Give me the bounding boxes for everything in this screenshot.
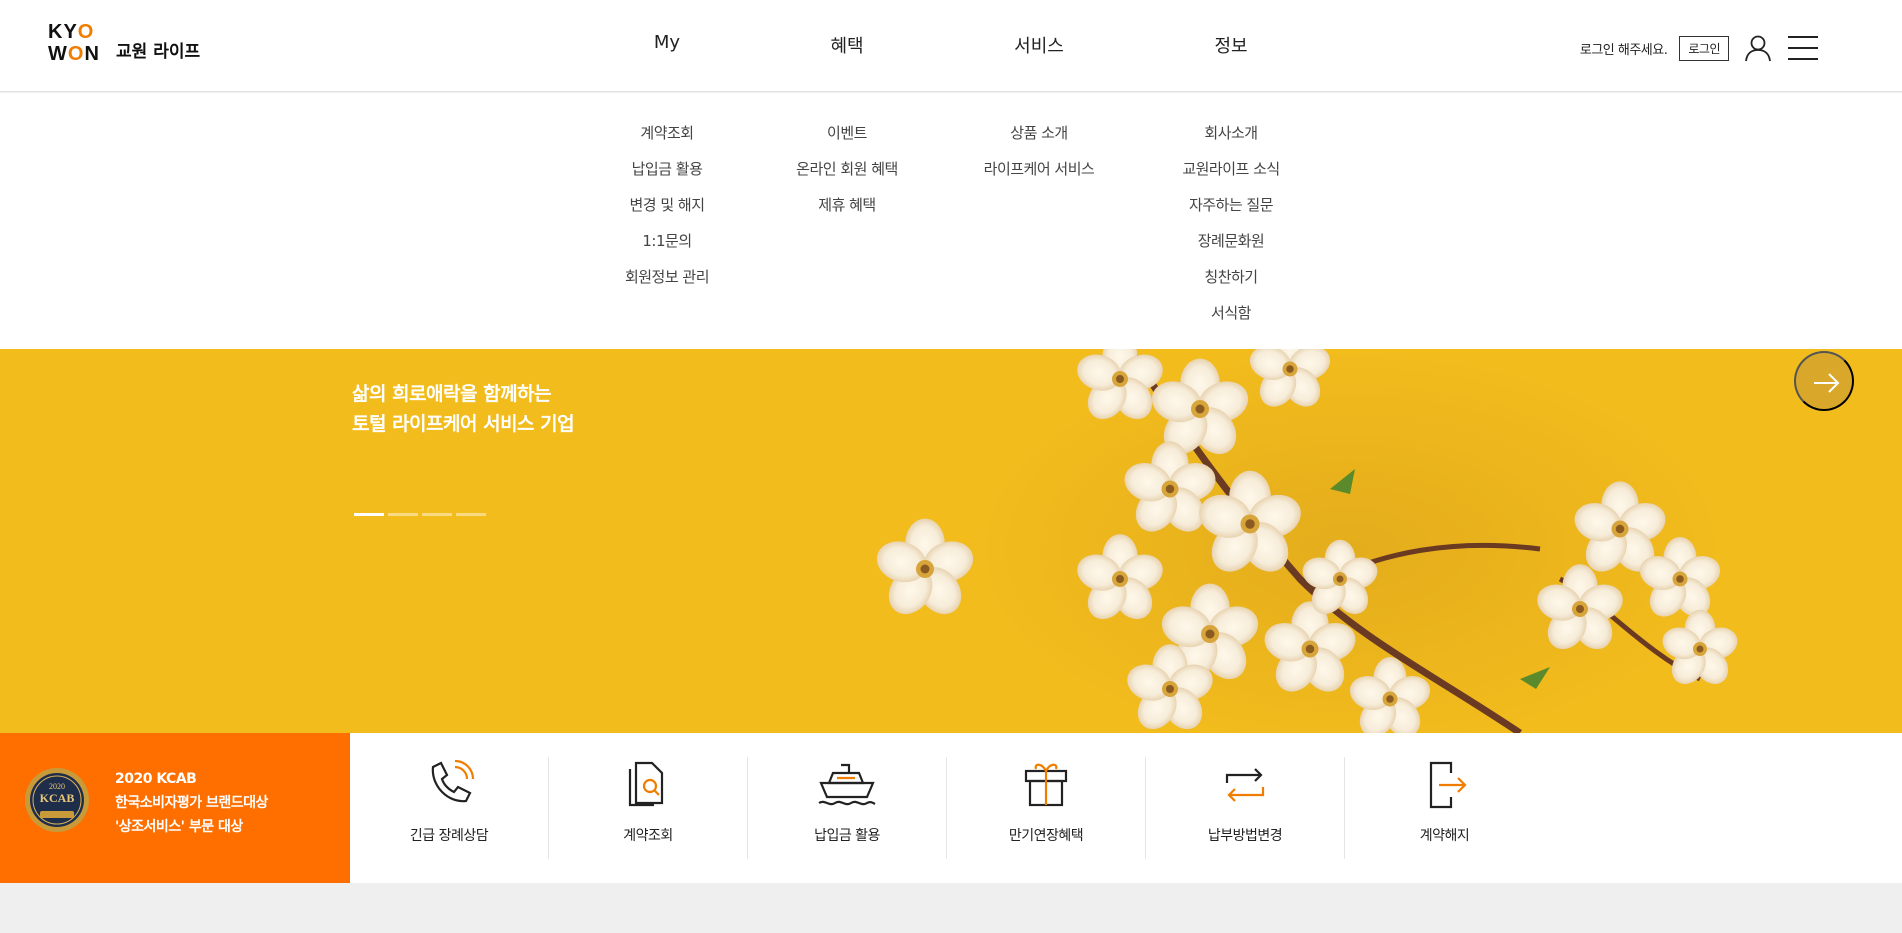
menu-item-event[interactable]: 이벤트 <box>767 115 927 151</box>
svg-text:KCAB: KCAB <box>40 791 75 805</box>
menu-item-funeral-center[interactable]: 장례문화원 <box>1151 223 1311 259</box>
hero-line-2: 토털 라이프케어 서비스 기업 <box>352 413 575 435</box>
slide-dot-1[interactable] <box>354 513 384 516</box>
quick-label: 납부방법변경 <box>1207 828 1283 844</box>
menu-column-info: 회사소개 교원라이프 소식 자주하는 질문 장례문화원 칭찬하기 서식함 <box>1151 115 1311 331</box>
menu-item-product-intro[interactable]: 상품 소개 <box>959 115 1119 151</box>
quick-maturity-benefit[interactable]: 만기연장혜택 <box>947 757 1146 859</box>
page-background-bottom <box>0 883 1902 933</box>
nav-benefits[interactable]: 혜택 <box>767 32 927 58</box>
cruise-ship-icon <box>818 763 876 806</box>
user-icon[interactable] <box>1743 33 1773 63</box>
site-header: KYO WON 교원 라이프 My 혜택 서비스 정보 로그인 해주세요. 로그… <box>0 0 1902 92</box>
slide-dot-4[interactable] <box>456 513 486 516</box>
menu-item-faq[interactable]: 자주하는 질문 <box>1151 187 1311 223</box>
quick-emergency-consult[interactable]: 긴급 장례상담 <box>350 757 549 859</box>
exit-icon <box>1429 761 1467 809</box>
next-slide-button[interactable] <box>1794 351 1854 411</box>
gift-box-icon <box>1024 763 1068 807</box>
blossom-image <box>871 349 1742 733</box>
menu-item-online-member-benefit[interactable]: 온라인 회원 혜택 <box>767 151 927 187</box>
quick-label: 계약해지 <box>1419 828 1470 844</box>
kcab-award-badge-icon: 2020 KCAB <box>25 768 89 832</box>
hero-banner: 삶의 희로애락을 함께하는 토털 라이프케어 서비스 기업 <box>0 349 1902 733</box>
hamburger-menu-icon[interactable] <box>1787 33 1818 63</box>
award-line-1: 2020 KCAB <box>115 771 197 787</box>
hero-headline: 삶의 희로애락을 함께하는 토털 라이프케어 서비스 기업 <box>352 379 575 439</box>
menu-item-payment-use[interactable]: 납입금 활용 <box>587 151 747 187</box>
quick-payment-method-change[interactable]: 납부방법변경 <box>1146 757 1345 859</box>
slide-dot-3[interactable] <box>422 513 452 516</box>
menu-item-member-info[interactable]: 회원정보 관리 <box>587 259 747 295</box>
mega-menu-dropdown: 계약조회 납입금 활용 변경 및 해지 1:1문의 회원정보 관리 이벤트 온라… <box>0 93 1902 349</box>
arrow-right-icon <box>1814 373 1840 393</box>
hero-line-1: 삶의 희로애락을 함께하는 <box>352 383 552 405</box>
svg-text:2020: 2020 <box>49 782 65 791</box>
menu-item-news[interactable]: 교원라이프 소식 <box>1151 151 1311 187</box>
nav-my[interactable]: My <box>587 32 747 53</box>
quick-label: 납입금 활용 <box>814 828 880 844</box>
quick-label: 긴급 장례상담 <box>409 828 489 844</box>
login-button[interactable]: 로그인 <box>1679 35 1729 61</box>
award-banner: 2020 KCAB 2020 KCAB 한국소비자평가 브랜드대상 '상조서비스… <box>0 733 350 883</box>
quick-contract-cancel[interactable]: 계약해지 <box>1345 757 1544 859</box>
login-prompt: 로그인 해주세요. <box>1579 42 1668 58</box>
menu-item-forms[interactable]: 서식함 <box>1151 295 1311 331</box>
utility-menu: 로그인 해주세요. 로그인 <box>1579 33 1818 63</box>
quick-payment-use[interactable]: 납입금 활용 <box>748 757 947 859</box>
menu-item-change-cancel[interactable]: 변경 및 해지 <box>587 187 747 223</box>
award-line-3: '상조서비스' 부문 대상 <box>115 819 243 835</box>
quick-label: 계약조회 <box>623 828 673 844</box>
menu-column-benefits: 이벤트 온라인 회원 혜택 제휴 혜택 <box>767 115 927 223</box>
menu-column-my: 계약조회 납입금 활용 변경 및 해지 1:1문의 회원정보 관리 <box>587 115 747 295</box>
exchange-arrows-icon <box>1225 768 1265 802</box>
nav-services[interactable]: 서비스 <box>959 32 1119 58</box>
kyowon-logo-mark: KYO WON <box>48 21 100 65</box>
menu-item-lifecare-service[interactable]: 라이프케어 서비스 <box>959 151 1119 187</box>
award-text: 2020 KCAB 한국소비자평가 브랜드대상 '상조서비스' 부문 대상 <box>115 767 268 839</box>
menu-column-services: 상품 소개 라이프케어 서비스 <box>959 115 1119 187</box>
quick-contract-inquiry[interactable]: 계약조회 <box>549 757 748 859</box>
quick-label: 만기연장혜택 <box>1008 828 1084 844</box>
award-line-2: 한국소비자평가 브랜드대상 <box>115 795 268 811</box>
menu-item-company-intro[interactable]: 회사소개 <box>1151 115 1311 151</box>
menu-item-contract-inquiry[interactable]: 계약조회 <box>587 115 747 151</box>
nav-info[interactable]: 정보 <box>1151 32 1311 58</box>
menu-item-one-on-one[interactable]: 1:1문의 <box>587 223 747 259</box>
brand-name: 교원 라이프 <box>116 41 201 62</box>
phone-icon <box>431 759 475 803</box>
slide-dot-2[interactable] <box>388 513 418 516</box>
logo[interactable]: KYO WON 교원 라이프 <box>48 22 200 66</box>
quick-menu: 긴급 장례상담 계약조회 납입금 활용 만기연장혜택 납부방법변경 계약해지 <box>350 733 1902 883</box>
document-search-icon <box>628 761 664 807</box>
slide-indicator <box>354 513 486 516</box>
menu-item-praise[interactable]: 칭찬하기 <box>1151 259 1311 295</box>
menu-item-partner-benefit[interactable]: 제휴 혜택 <box>767 187 927 223</box>
